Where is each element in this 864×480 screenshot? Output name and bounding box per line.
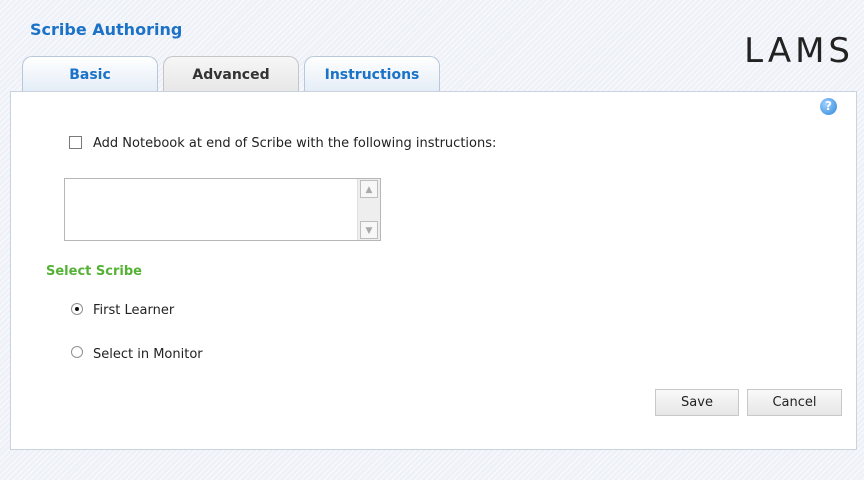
save-button[interactable]: Save: [655, 389, 739, 416]
tab-advanced[interactable]: Advanced: [163, 56, 299, 92]
page-title: Scribe Authoring: [30, 20, 183, 39]
lams-logo: LAMS: [744, 34, 854, 68]
textarea-scrollbar[interactable]: ▲ ▼: [357, 179, 380, 240]
radio-first-learner[interactable]: [71, 303, 83, 315]
logo-text: LAMS: [744, 31, 854, 71]
scroll-down-icon[interactable]: ▼: [360, 221, 378, 239]
radio-select-in-monitor[interactable]: [71, 346, 83, 358]
tab-instructions-label: Instructions: [324, 66, 420, 83]
help-icon[interactable]: ?: [820, 98, 837, 115]
radio-select-in-monitor-label: Select in Monitor: [93, 347, 203, 362]
tab-instructions[interactable]: Instructions: [304, 56, 440, 92]
select-scribe-heading: Select Scribe: [46, 264, 142, 279]
help-glyph: ?: [825, 99, 832, 113]
tab-basic[interactable]: Basic: [22, 56, 158, 92]
scroll-up-icon[interactable]: ▲: [360, 180, 378, 198]
notebook-checkbox[interactable]: [69, 136, 82, 149]
notebook-instructions-textarea[interactable]: ▲ ▼: [64, 178, 381, 241]
notebook-checkbox-label: Add Notebook at end of Scribe with the f…: [93, 136, 497, 151]
tab-basic-label: Basic: [69, 66, 111, 83]
cancel-button[interactable]: Cancel: [747, 389, 842, 416]
radio-first-learner-label: First Learner: [93, 303, 175, 318]
tab-advanced-label: Advanced: [192, 66, 270, 83]
